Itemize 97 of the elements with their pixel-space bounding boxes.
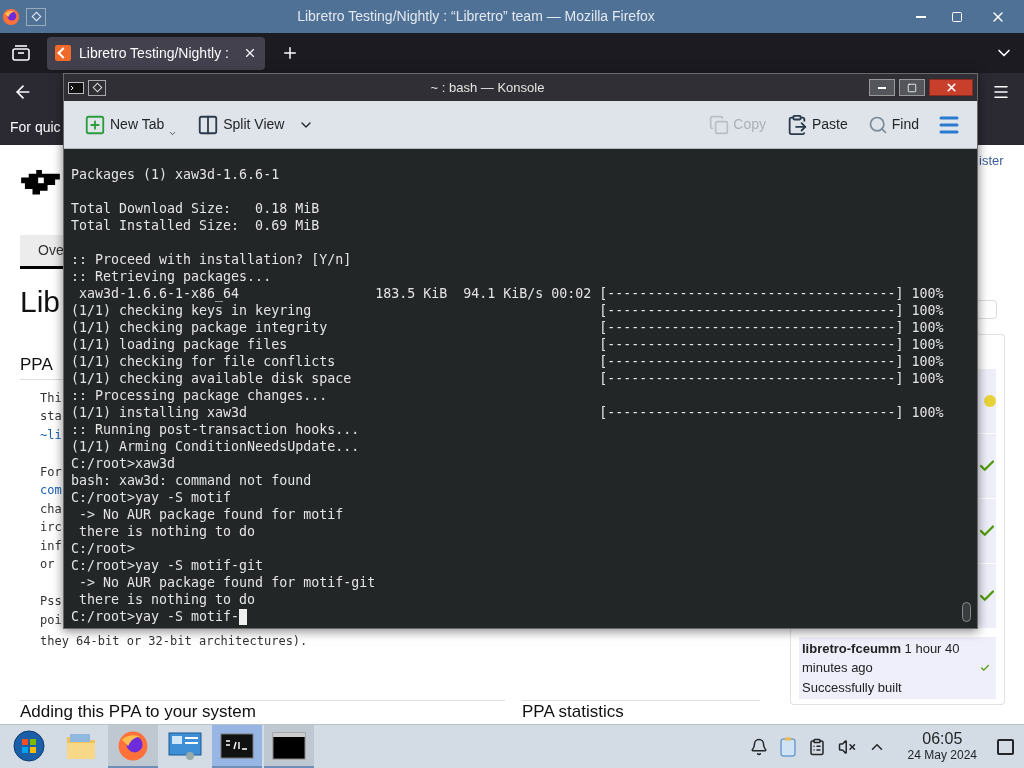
terminal-line: :: Processing package changes... [71,387,328,404]
terminal-line: Total Installed Size: 0.69 MiB [71,217,320,234]
terminal-line: (1/1) loading package files [71,336,289,353]
window-title: ~ : bash — Konsole [430,78,545,97]
taskbar-button[interactable] [212,725,262,768]
section-heading: Adding this PPA to your system [20,701,257,723]
terminal-line: there is nothing to do [78,523,256,540]
taskbar-button[interactable] [264,725,314,768]
terminal-line: (1/1) checking for file conflicts [71,353,337,370]
terminal-line: -> No AUR package found for motif-git [78,574,376,591]
register-link[interactable]: ister [978,153,1024,169]
terminal-line: (1/1) checking package integrity [71,319,329,336]
maximize-icon [951,10,963,23]
terminal-line: (1/1) checking available disk space [71,370,353,387]
pin-icon[interactable] [88,79,106,96]
clock[interactable]: 06:05 24 May 2024 [907,730,977,763]
terminal-line: Packages (1) xaw3d-1.6.6-1 [71,166,280,183]
paragraph-text: sta [40,408,63,425]
terminal-line: (1/1) checking keys in keyring [71,302,313,319]
terminal-line: there is nothing to do [78,591,256,608]
firefox-logo-icon [2,7,20,26]
muted-speaker-icon[interactable] [837,737,856,756]
paragraph-text: irc [40,519,63,536]
window-icon [272,731,306,760]
pin-icon[interactable] [26,7,46,26]
section-heading: PPA statistics [522,701,625,723]
text-link[interactable]: com [40,481,63,500]
paragraph-text: or [40,556,56,573]
folder-icon [66,731,96,760]
progress-text: [------------------------------------] 100% [599,319,944,336]
new-tab-button[interactable]: New Tab [82,109,180,140]
show-desktop-icon[interactable] [997,738,1014,755]
paragraph-text: Thi [40,389,63,407]
terminal-line: C:/root>yay -S motif [71,489,232,506]
copy-icon [709,114,730,135]
terminal-line: -> No AUR package found for motif [78,506,344,523]
tab-list-icon[interactable] [12,45,30,61]
section-heading: PPA [20,354,53,374]
window-title: Libretro Testing/Nightly : “Libretro” team — Mozilla Firefox [297,7,655,26]
maximize-button[interactable] [899,79,925,96]
paste-button[interactable]: Paste [783,109,850,140]
control-panel-icon [168,730,202,761]
terminal-icon [68,81,84,94]
terminal-line: :: Retrieving packages... [71,268,272,285]
terminal-line: bash: xaw3d: command not found [71,472,312,489]
close-button[interactable] [929,79,973,96]
terminal-line: Total Download Size: 0.18 MiB [71,200,320,217]
progress-text: [------------------------------------] 100% [599,404,944,421]
build-status-text: Successfully built [802,678,903,697]
terminal-line: xaw3d-1.6.6-1-x86_64 183.5 KiB 94.1 KiB/s 00:02 [78,285,593,302]
paragraph-text: cha [40,500,63,518]
paragraph-text: For [40,463,63,481]
scrollbar-thumb[interactable] [962,602,971,622]
progress-text: [------------------------------------] 100% [599,353,944,370]
terminal-line: C:/root> [71,540,136,557]
progress-text: [------------------------------------] 100% [599,302,944,319]
paragraph-text: they 64-bit or 32-bit architectures). [40,633,309,650]
paragraph-text: inf [40,537,63,555]
new-tab-icon [84,113,106,136]
close-tab-icon[interactable] [243,46,257,60]
close-icon [944,81,958,94]
terminal-icon [220,732,254,759]
bell-icon[interactable] [749,737,768,756]
terminal-line: (1/1) Arming ConditionNeedsUpdate... [71,438,360,455]
minimize-button[interactable] [869,79,895,96]
terminal-line: C:/root>xaw3d [71,455,176,472]
site-logo-icon [55,45,71,61]
terminal-line: :: Running post-transaction hooks... [71,421,360,438]
minimize-icon [878,86,886,89]
text-cursor [239,608,248,625]
start-orb-icon [13,729,45,762]
page-heading: Lib [20,284,62,319]
paragraph-text: Pss [40,593,63,610]
progress-text: [------------------------------------] 100% [599,285,944,302]
clipboard-icon[interactable] [779,736,796,757]
terminal-line: :: Proceed with installation? [Y/n] [71,251,352,268]
firefox-logo-icon [117,729,149,762]
find-button[interactable]: Find [865,109,921,140]
browser-tab[interactable]: Libretro Testing/Nightly : [47,36,265,70]
build-summary: libretro-fceumm 1 hour 40 minutes ago [802,639,961,678]
maximize-icon [907,82,917,93]
page-tab[interactable]: Ove [20,235,63,269]
split-view-button[interactable]: Split View [195,109,317,140]
new-tab-icon[interactable] [281,44,299,62]
terminal-line: (1/1) installing xaw3d [71,404,249,421]
progress-text: [------------------------------------] 100% [599,370,944,387]
terminal-line: C:/root>yay -S motif- [71,608,240,625]
notes-icon[interactable] [807,737,826,756]
tab-title: Libretro Testing/Nightly : [79,43,230,63]
terminal-line: C:/root>yay -S motif-git [71,557,264,574]
progress-text: [------------------------------------] 100% [599,336,944,353]
search-icon [867,114,888,135]
paragraph-text: poi [40,611,63,629]
minimize-icon [916,15,926,18]
text-link[interactable]: ~li [40,425,63,444]
notification-text: For quic [10,118,61,137]
split-view-icon [197,113,220,136]
